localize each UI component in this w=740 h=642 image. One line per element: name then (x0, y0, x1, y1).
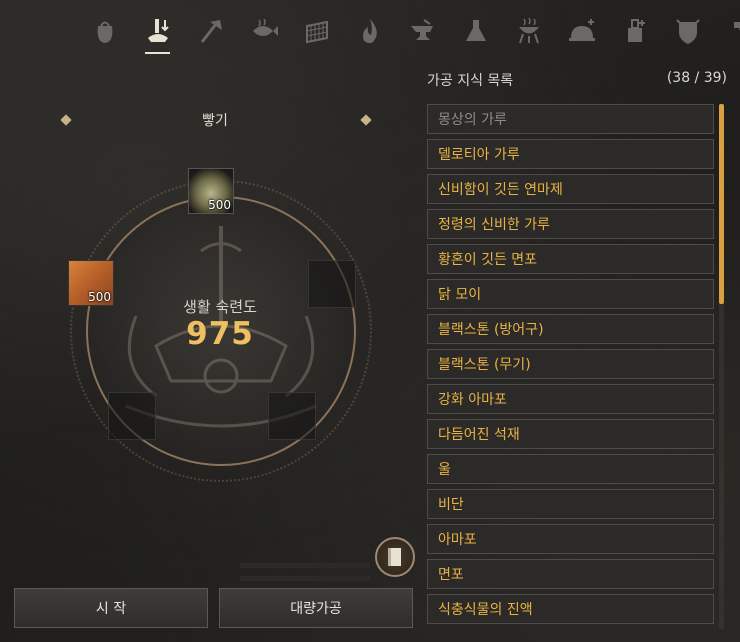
anvil-icon (410, 19, 433, 40)
knowledge-list-header: 가공 지식 목록 (38 / 39) (427, 70, 727, 90)
list-item[interactable]: 비단 (427, 489, 714, 519)
tab-grinding[interactable] (290, 8, 343, 54)
flask-icon (465, 20, 486, 41)
axe-icon (200, 20, 222, 43)
knowledge-book-button[interactable] (375, 537, 415, 577)
list-item[interactable]: 아마포 (427, 524, 714, 554)
fish-icon (252, 18, 278, 36)
title-ornament-right (360, 114, 372, 126)
knowledge-list: 몽상의 가루 델로티아 가루 신비함이 깃든 연마제 정령의 신비한 가루 황혼… (427, 104, 714, 629)
knowledge-list-count: (38 / 39) (666, 70, 727, 86)
plank-icon: 500 (68, 260, 114, 306)
list-item[interactable]: 강화 아마포 (427, 384, 714, 414)
jar-icon: 500 (188, 168, 234, 214)
tab-chemistry[interactable] (608, 8, 661, 54)
ingredient-slot-right[interactable] (308, 260, 356, 308)
list-item[interactable]: 블랙스톤 (방어구) (427, 314, 714, 344)
title-ornament-left (60, 114, 72, 126)
list-item[interactable]: 면포 (427, 559, 714, 589)
list-item[interactable]: 델로티아 가루 (427, 139, 714, 169)
tab-serving[interactable] (555, 8, 608, 54)
list-scrollbar-thumb[interactable] (719, 104, 724, 304)
process-progress-bar (240, 563, 370, 568)
list-item[interactable]: 정령의 신비한 가루 (427, 209, 714, 239)
ingredient-slot-left[interactable]: 500 (68, 260, 116, 308)
start-button[interactable]: 시 작 (14, 588, 208, 628)
tab-gathering[interactable] (78, 8, 131, 54)
list-item[interactable]: 몽상의 가루 (427, 104, 714, 134)
tab-cooking[interactable] (502, 8, 555, 54)
shield-crest-icon (675, 19, 700, 44)
lab-icon (627, 19, 645, 42)
list-item[interactable]: 울 (427, 454, 714, 484)
category-tab-bar (78, 8, 740, 56)
book-icon (388, 548, 401, 566)
tab-repair[interactable] (714, 8, 740, 54)
tab-smithing[interactable] (396, 8, 449, 54)
list-item[interactable]: 신비함이 깃든 연마제 (427, 174, 714, 204)
item-quantity: 500 (88, 290, 111, 304)
ingredient-slot-top[interactable]: 500 (188, 168, 236, 216)
item-quantity: 500 (208, 198, 231, 212)
list-item[interactable]: 블랙스톤 (무기) (427, 349, 714, 379)
bbq-grill-icon (518, 17, 539, 44)
tab-woodcutting[interactable] (184, 8, 237, 54)
list-item[interactable]: 식충식물의 진액 (427, 594, 714, 624)
flame-icon (362, 19, 377, 44)
mass-process-button[interactable]: 대량가공 (219, 588, 413, 628)
skill-value: 975 (186, 316, 254, 352)
tab-guild[interactable] (661, 8, 714, 54)
tab-processing[interactable] (131, 8, 184, 54)
knowledge-list-title: 가공 지식 목록 (427, 73, 514, 89)
list-item[interactable]: 다듬어진 석재 (427, 419, 714, 449)
tab-alchemy[interactable] (449, 8, 502, 54)
gathering-bag-icon (97, 21, 112, 43)
hammer-icon (733, 22, 740, 31)
process-progress-bar-secondary (240, 576, 370, 581)
result-slot-right[interactable] (268, 392, 316, 440)
tab-heating[interactable] (343, 8, 396, 54)
processing-hand-icon (147, 19, 169, 42)
tab-fishing[interactable] (237, 8, 290, 54)
list-item[interactable]: 닭 모이 (427, 279, 714, 309)
skill-label: 생활 숙련도 (183, 298, 257, 316)
recipe-title: 빻기 (202, 113, 228, 129)
list-item[interactable]: 황혼이 깃든 면포 (427, 244, 714, 274)
cloche-icon (568, 19, 595, 41)
grill-net-icon (305, 20, 328, 44)
result-slot-left[interactable] (108, 392, 156, 440)
